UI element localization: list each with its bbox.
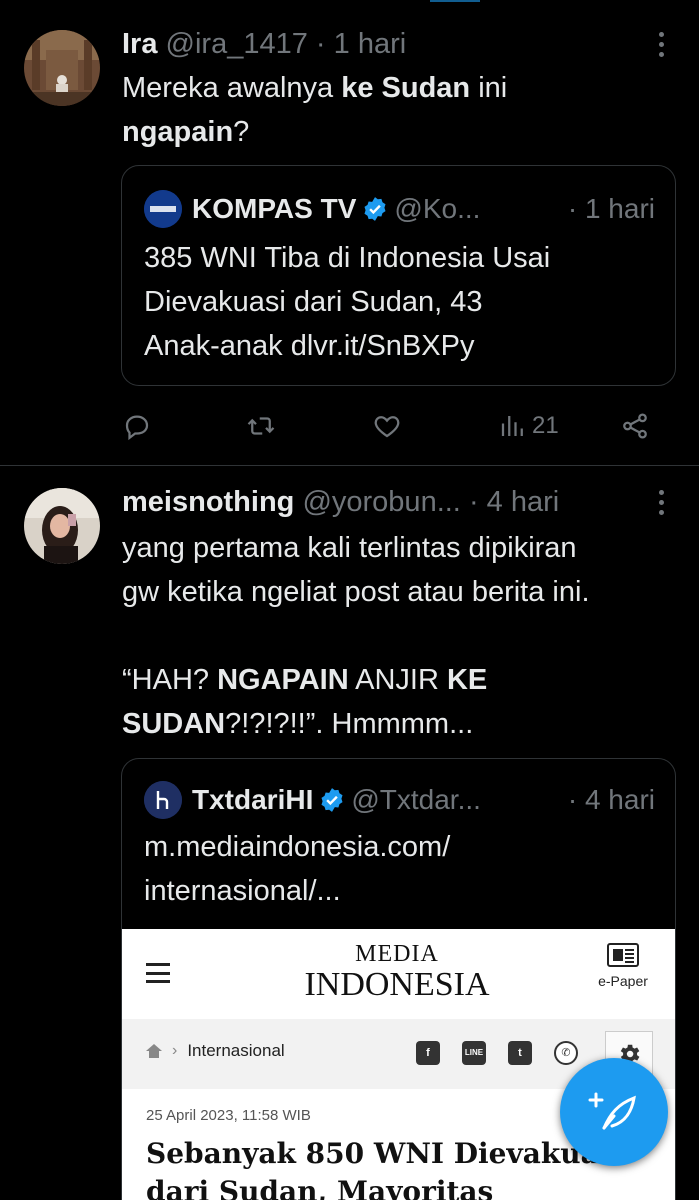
quoted-display-name: TxtdariHI <box>192 784 314 815</box>
article-date: 25 April 2023, 11:58 WIB <box>146 1107 311 1124</box>
timestamp[interactable]: 1 hari <box>334 28 407 60</box>
quoted-display-name: KOMPAS TV <box>192 193 357 224</box>
display-name[interactable]: meisnothing <box>122 486 294 518</box>
user-handle[interactable]: @yorobun... <box>302 486 460 518</box>
quoted-tweet-header: KOMPAS TV @Ko... · 1 hari <box>144 190 655 228</box>
heart-icon[interactable] <box>372 404 402 448</box>
newspaper-icon <box>607 943 639 967</box>
kompastv-avatar <box>144 190 182 228</box>
tweet-text: yang pertama kali terlintas dipikiran gw… <box>122 532 590 740</box>
quoted-handle: @Txtdar... <box>351 784 481 815</box>
tweet-header: Ira @ira_1417 · 1 hari <box>122 26 639 62</box>
views-count: 21 <box>532 412 559 439</box>
quoted-handle: @Ko... <box>394 193 481 224</box>
quoted-timestamp: · 1 hari <box>567 193 655 224</box>
share-icon[interactable] <box>620 404 650 448</box>
epaper-link: e-Paper <box>593 943 653 989</box>
tweet-text: Mereka awalnya ke Sudan ini ngapain? <box>122 72 508 148</box>
verified-badge-icon <box>321 788 343 812</box>
display-name[interactable]: Ira <box>122 28 157 60</box>
quoted-tweet-header: TxtdariHI @Txtdar... · 4 hari <box>144 781 655 819</box>
timestamp[interactable]: · 4 hari <box>469 486 559 518</box>
views-icon <box>501 416 523 436</box>
compose-tweet-button[interactable] <box>560 1058 668 1166</box>
breadcrumb: › Internasional <box>146 1041 285 1061</box>
media-indonesia-logo: MEDIA INDONESIA <box>304 941 490 1003</box>
hamburger-menu-icon <box>146 963 170 983</box>
more-options-icon[interactable] <box>651 484 671 520</box>
tweet-header: meisnothing @yorobun... · 4 hari <box>122 484 639 520</box>
avatar[interactable] <box>24 488 100 564</box>
views-button[interactable]: 21 <box>498 404 559 448</box>
more-options-icon[interactable] <box>651 26 671 62</box>
tweet-ira[interactable]: Ira @ira_1417 · 1 hari Mereka awalnya ke… <box>0 0 699 465</box>
quoted-tweet[interactable]: KOMPAS TV @Ko... · 1 hari 385 WNI Tiba d… <box>121 165 676 386</box>
avatar[interactable] <box>24 30 100 106</box>
separator-dot: · <box>315 28 326 60</box>
verified-badge-icon <box>364 197 386 221</box>
quoted-timestamp: · 4 hari <box>567 784 655 815</box>
txtdarihi-avatar <box>144 781 182 819</box>
tweet-actions: 21 <box>122 404 662 448</box>
whatsapp-icon: ✆ <box>554 1041 578 1065</box>
line-icon: LINE <box>462 1041 486 1065</box>
retweet-icon[interactable] <box>246 404 276 448</box>
quoted-text: m.mediaindonesia.com/ internasional/... <box>144 831 451 907</box>
home-icon <box>146 1044 162 1058</box>
reply-icon[interactable] <box>122 404 152 448</box>
quoted-text: 385 WNI Tiba di Indonesia Usai Dievakuas… <box>144 242 551 362</box>
article-header: MEDIA INDONESIA e-Paper <box>122 929 675 1019</box>
chevron-right-icon: › <box>172 1042 178 1059</box>
compose-feather-icon <box>588 1092 636 1130</box>
facebook-icon: f <box>416 1041 440 1065</box>
user-handle[interactable]: @ira_1417 <box>166 28 308 60</box>
breadcrumb-section: Internasional <box>187 1041 285 1060</box>
twitter-icon: t <box>508 1041 532 1065</box>
